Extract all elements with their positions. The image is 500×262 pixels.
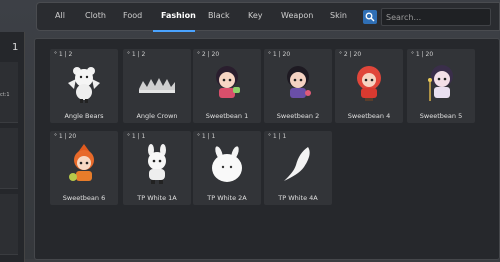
item-card-sweetbean-4[interactable]: ° 2 | 20 Sweetbean 4 [335, 49, 403, 123]
side-panel-slot[interactable] [0, 128, 18, 189]
sweetbean-figure-icon [357, 66, 381, 101]
item-card-tp-white-1a[interactable]: ° 1 | 1 TP White 1A [123, 131, 191, 205]
item-card-angle-crown[interactable]: ° 1 | 2 Angle Crown [123, 49, 191, 123]
item-badge: ° 2 | 20 [197, 51, 220, 58]
item-name: Sweetbean 4 [347, 112, 391, 120]
item-card-sweetbean-2[interactable]: ° 1 | 20 Sweetbean 2 [264, 49, 332, 123]
sweetbean-figure-icon [428, 65, 453, 101]
tab-all[interactable]: All [55, 11, 65, 20]
item-name: Angle Bears [64, 112, 104, 120]
side-panel [0, 32, 25, 262]
item-grid-panel: ° 1 | 2 Angle Bears ° 1 | 2 Angle Crown … [34, 38, 500, 260]
item-card-sweetbean-1[interactable]: ° 2 | 20 Sweetbean 1 [193, 49, 261, 123]
category-tab-bar: All Cloth Food Fashion Black Key Weapon … [36, 2, 500, 32]
item-card-tp-white-2a[interactable]: ° 1 | 1 TP White 2A [193, 131, 261, 205]
tab-skin[interactable]: Skin [330, 11, 347, 20]
white-ghost-icon [212, 146, 242, 182]
item-badge: ° 1 | 1 [127, 133, 146, 140]
sweetbean-figure-icon [287, 66, 311, 98]
sweetbean-figure-icon [69, 144, 94, 181]
tab-cloth[interactable]: Cloth [85, 11, 106, 20]
item-name: TP White 2A [207, 194, 247, 202]
item-name: TP White 4A [278, 194, 318, 202]
active-tab-indicator [153, 30, 195, 32]
side-panel-slot[interactable] [0, 194, 18, 255]
item-badge: ° 1 | 1 [197, 133, 216, 140]
item-badge: ° 1 | 20 [54, 133, 77, 140]
item-card-sweetbean-5[interactable]: ° 1 | 20 Sweetbean 5 [407, 49, 475, 123]
item-card-tp-white-4a[interactable]: ° 1 | 1 TP White 4A [264, 131, 332, 205]
item-card-angle-bears[interactable]: ° 1 | 2 Angle Bears [50, 49, 118, 123]
item-card-sweetbean-6[interactable]: ° 1 | 20 Sweetbean 6 [50, 131, 118, 205]
item-name: Sweetbean 6 [62, 194, 106, 202]
item-name: Angle Crown [136, 112, 178, 120]
tab-black[interactable]: Black [208, 11, 230, 20]
crown-icon [139, 78, 175, 93]
item-name: Sweetbean 1 [205, 112, 249, 120]
search-button[interactable] [363, 10, 377, 24]
white-bear-icon [68, 67, 100, 103]
item-badge: ° 1 | 1 [268, 133, 287, 140]
search-input[interactable] [381, 8, 491, 26]
item-badge: ° 1 | 2 [54, 51, 73, 58]
side-count: 1 [12, 42, 19, 53]
tab-key[interactable]: Key [248, 11, 263, 20]
item-badge: ° 1 | 20 [411, 51, 434, 58]
item-name: TP White 1A [137, 194, 177, 202]
search-icon [365, 12, 375, 22]
item-badge: ° 1 | 20 [268, 51, 291, 58]
white-bunny-icon [148, 144, 166, 184]
item-badge: ° 2 | 20 [339, 51, 362, 58]
sweetbean-figure-icon [216, 66, 240, 98]
item-name: Sweetbean 2 [276, 112, 320, 120]
side-sublabel: ct:1 [0, 92, 10, 98]
item-badge: ° 1 | 2 [127, 51, 146, 58]
tab-fashion[interactable]: Fashion [161, 11, 196, 20]
item-name: Sweetbean 5 [419, 112, 463, 120]
white-cloth-icon [284, 147, 310, 181]
tab-weapon[interactable]: Weapon [281, 11, 313, 20]
tab-food[interactable]: Food [123, 11, 142, 20]
